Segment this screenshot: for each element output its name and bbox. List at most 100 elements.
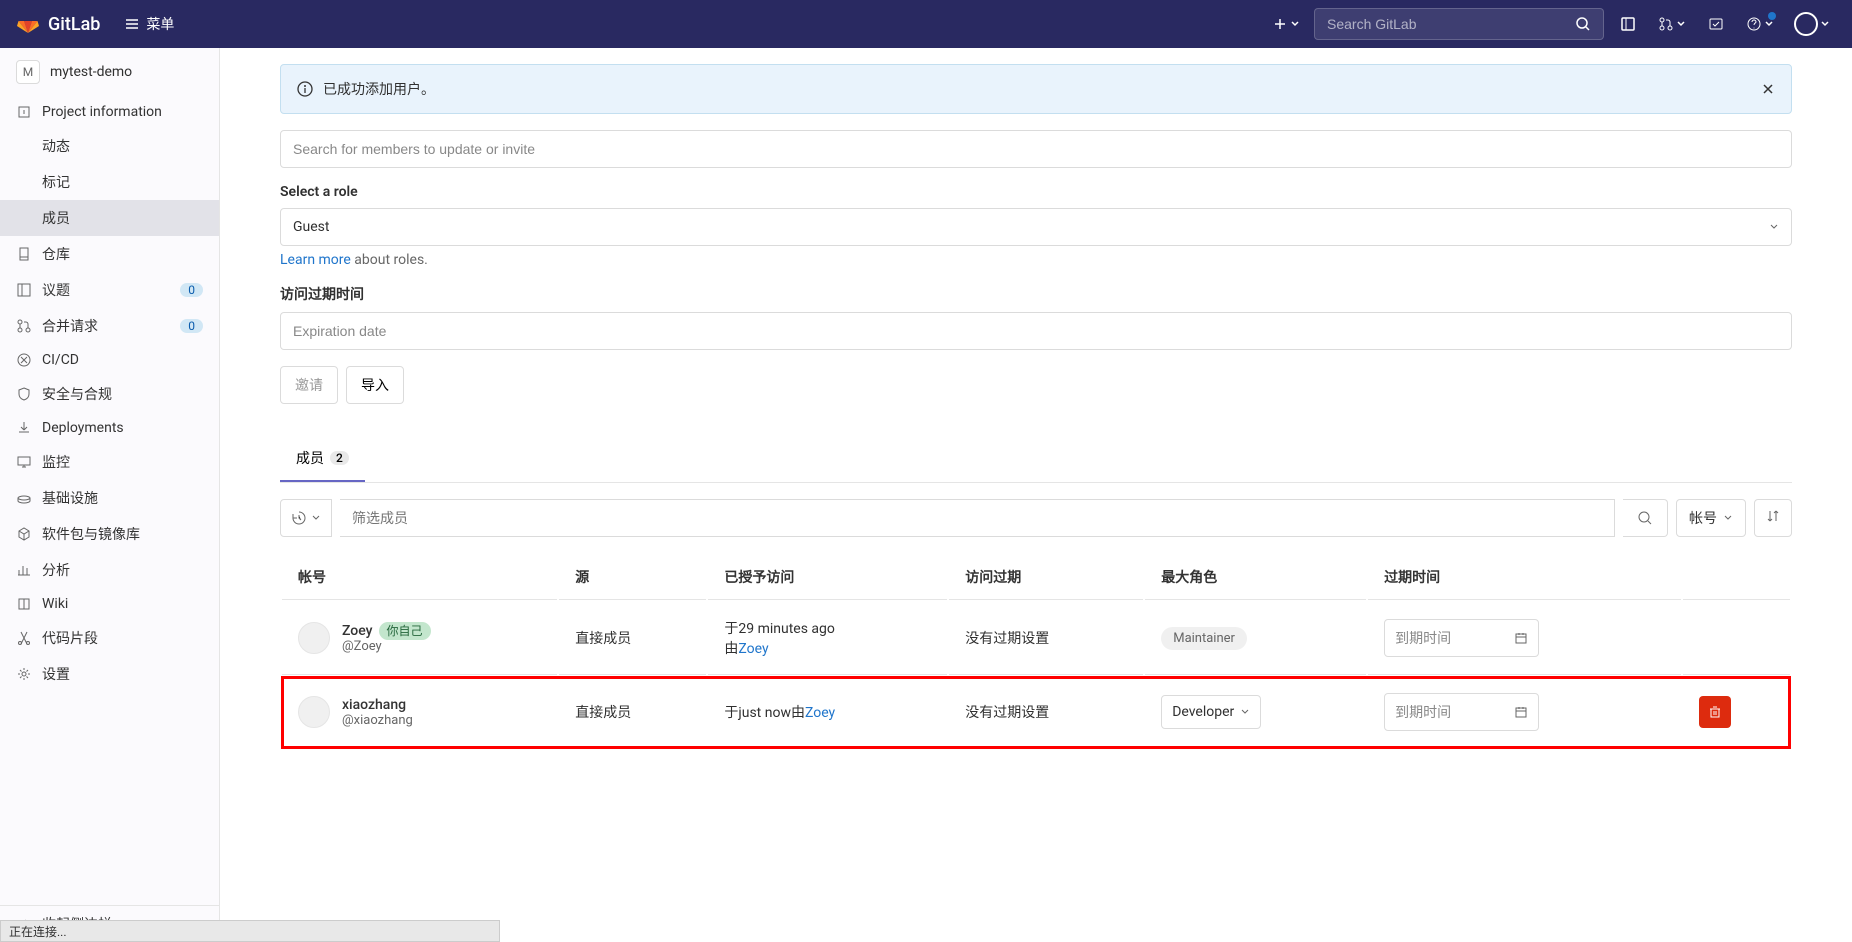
todos-icon-btn[interactable] (1700, 8, 1732, 40)
sidebar-item-7[interactable]: CI/CD (0, 344, 219, 376)
tab-members[interactable]: 成员 2 (280, 436, 365, 482)
filter-row: 帐号 (280, 499, 1792, 537)
expiry-time-input[interactable]: 到期时间 (1384, 693, 1539, 731)
expiry-input[interactable] (280, 312, 1792, 350)
todo-icon (1708, 16, 1724, 32)
close-icon[interactable] (1761, 82, 1775, 96)
th-exp-time: 过期时间 (1368, 555, 1681, 600)
sidebar-item-15[interactable]: 代码片段 (0, 620, 219, 656)
sidebar: M mytest-demo Project information动态标记成员仓… (0, 48, 220, 942)
expiry-cell: 没有过期设置 (949, 677, 1143, 748)
infra-icon (16, 490, 32, 506)
sidebar-item-13[interactable]: 分析 (0, 552, 219, 588)
navbar: GitLab 菜单 (0, 0, 1852, 48)
sidebar-item-label: 监控 (42, 452, 203, 472)
th-role: 最大角色 (1145, 555, 1366, 600)
sidebar-item-8[interactable]: 安全与合规 (0, 376, 219, 412)
sidebar-item-label: 基础设施 (42, 488, 203, 508)
menu-toggle[interactable]: 菜单 (124, 14, 174, 34)
member-search-input[interactable] (280, 130, 1792, 168)
sort-direction-button[interactable] (1754, 499, 1792, 537)
member-name[interactable]: xiaozhang (342, 697, 406, 713)
sidebar-item-16[interactable]: 设置 (0, 656, 219, 692)
access-by-link[interactable]: Zoey (805, 705, 835, 721)
sidebar-item-label: 分析 (42, 560, 203, 580)
self-badge: 你自己 (379, 622, 431, 640)
issues-icon-btn[interactable] (1612, 8, 1644, 40)
repo-icon (16, 246, 32, 262)
role-select[interactable]: Developer (1161, 695, 1261, 729)
chevron-down-icon (1769, 222, 1779, 232)
menu-label: 菜单 (146, 14, 174, 34)
filter-search-button[interactable] (1623, 499, 1668, 537)
navbar-brand[interactable]: GitLab (48, 14, 100, 35)
role-select[interactable]: Guest (280, 208, 1792, 246)
sidebar-item-14[interactable]: Wiki (0, 588, 219, 620)
access-cell: 于29 minutes ago由Zoey (708, 602, 947, 675)
members-count-badge: 2 (330, 451, 349, 465)
create-dropdown[interactable] (1266, 8, 1306, 40)
sidebar-item-0[interactable]: Project information (0, 96, 219, 128)
expiry-time-input[interactable]: 到期时间 (1384, 619, 1539, 657)
sidebar-item-9[interactable]: Deployments (0, 412, 219, 444)
table-row: Zoey你自己@Zoey直接成员于29 minutes ago由Zoey没有过期… (282, 602, 1790, 675)
member-avatar (298, 622, 330, 654)
role-help: Learn more about roles. (280, 252, 1792, 268)
search-input[interactable] (1327, 16, 1575, 32)
calendar-icon (1514, 705, 1528, 719)
notification-dot (1768, 12, 1776, 20)
sidebar-item-5[interactable]: 议题0 (0, 272, 219, 308)
sidebar-item-4[interactable]: 仓库 (0, 236, 219, 272)
sidebar-item-6[interactable]: 合并请求0 (0, 308, 219, 344)
filter-input[interactable] (340, 500, 1614, 536)
source-cell: 直接成员 (559, 677, 706, 748)
learn-more-link[interactable]: Learn more (280, 252, 351, 268)
navbar-left: GitLab 菜单 (16, 12, 174, 36)
sidebar-item-10[interactable]: 监控 (0, 444, 219, 480)
sidebar-item-12[interactable]: 软件包与镜像库 (0, 516, 219, 552)
sidebar-item-label: Deployments (42, 420, 203, 436)
help-icon-btn[interactable] (1740, 8, 1780, 40)
members-table: 帐号 源 已授予访问 访问过期 最大角色 过期时间 Zoey你自己@Zoey直接… (280, 553, 1792, 750)
shield-icon (16, 386, 32, 402)
member-username: @xiaozhang (342, 713, 413, 728)
calendar-icon (1514, 631, 1528, 645)
settings-icon (16, 666, 32, 682)
sidebar-item-label: CI/CD (42, 352, 203, 368)
sidebar-item-label: 仓库 (42, 244, 203, 264)
filter-history-btn[interactable] (280, 499, 332, 537)
sidebar-item-label: 安全与合规 (42, 384, 203, 404)
sidebar-item-2[interactable]: 标记 (0, 164, 219, 200)
chevron-down-icon (1290, 19, 1300, 29)
merge-requests-icon-btn[interactable] (1652, 8, 1692, 40)
chevron-down-icon (1723, 513, 1733, 523)
sidebar-item-label: Wiki (42, 596, 203, 612)
search-box[interactable] (1314, 8, 1604, 40)
sidebar-item-label: 成员 (42, 208, 203, 228)
user-menu[interactable] (1788, 8, 1836, 40)
chevron-down-icon (1820, 19, 1830, 29)
issues-icon (1620, 16, 1636, 32)
sort-dropdown[interactable]: 帐号 (1676, 499, 1746, 537)
access-by-link[interactable]: Zoey (738, 641, 768, 657)
sidebar-item-11[interactable]: 基础设施 (0, 480, 219, 516)
plus-icon (1272, 16, 1288, 32)
status-bar: 正在连接... (0, 920, 500, 942)
project-header[interactable]: M mytest-demo (0, 48, 219, 96)
analytics-icon (16, 562, 32, 578)
invite-button[interactable]: 邀请 (280, 366, 338, 404)
th-account: 帐号 (282, 555, 557, 600)
sidebar-item-label: 合并请求 (42, 316, 170, 336)
sidebar-nav: Project information动态标记成员仓库议题0合并请求0 CI/CD… (0, 96, 219, 692)
sidebar-item-3[interactable]: 成员 (0, 200, 219, 236)
sidebar-item-1[interactable]: 动态 (0, 128, 219, 164)
delete-member-button[interactable] (1699, 696, 1731, 728)
th-expiry: 访问过期 (949, 555, 1143, 600)
chevron-down-icon (1764, 19, 1774, 29)
import-button[interactable]: 导入 (346, 366, 404, 404)
member-name[interactable]: Zoey (342, 623, 373, 639)
source-cell: 直接成员 (559, 602, 706, 675)
monitor-icon (16, 454, 32, 470)
gitlab-logo-icon[interactable] (16, 12, 40, 36)
sidebar-item-label: 议题 (42, 280, 170, 300)
